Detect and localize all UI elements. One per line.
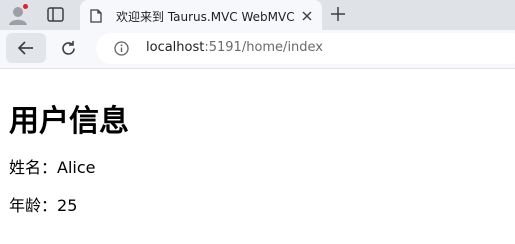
reload-icon <box>62 41 75 55</box>
page-favicon-icon <box>90 8 102 23</box>
profile-icon[interactable] <box>7 4 29 26</box>
notification-dot <box>23 4 28 9</box>
site-info-icon[interactable] <box>114 41 129 56</box>
age-row: 年龄：25 <box>9 192 77 216</box>
active-tab[interactable]: 欢迎来到 Taurus.MVC WebMVC <box>80 0 322 30</box>
url-text: localhost:5191/home/index <box>146 40 323 55</box>
address-bar[interactable]: localhost:5191/home/index <box>96 33 515 64</box>
tab-strip: 欢迎来到 Taurus.MVC WebMVC <box>0 0 515 30</box>
tab-title: 欢迎来到 Taurus.MVC WebMVC <box>116 10 295 24</box>
tab-actions-icon[interactable] <box>46 6 66 24</box>
age-label: 年龄： <box>9 196 58 215</box>
page-title: 用户信息 <box>9 104 129 139</box>
new-tab-icon[interactable] <box>330 6 346 22</box>
reload-button[interactable] <box>54 34 82 62</box>
back-button[interactable] <box>6 33 46 63</box>
close-tab-icon[interactable] <box>300 8 314 22</box>
back-arrow-icon <box>17 41 33 55</box>
age-value: 25 <box>57 196 78 215</box>
name-label: 姓名： <box>9 158 58 177</box>
url-host: localhost <box>146 40 205 55</box>
name-value: Alice <box>57 158 96 177</box>
url-path: :5191/home/index <box>204 40 324 55</box>
name-row: 姓名：Alice <box>9 154 96 178</box>
navigation-toolbar: localhost:5191/home/index <box>0 30 515 69</box>
